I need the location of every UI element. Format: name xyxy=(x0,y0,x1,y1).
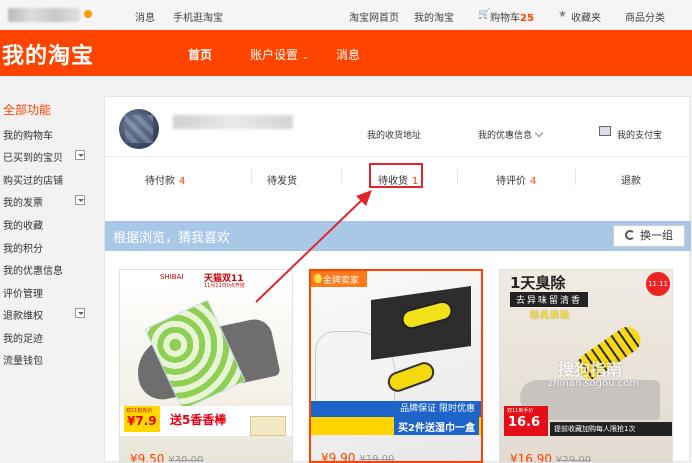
product-headline: 1天臭除 xyxy=(510,274,566,292)
double11-badge: 11.11 xyxy=(646,272,670,296)
bulb-icon xyxy=(314,274,322,283)
my-taobao-logo[interactable]: 我的淘宝 xyxy=(2,38,94,70)
mobile-link[interactable]: 手机逛淘宝 xyxy=(173,9,223,24)
product-card[interactable]: SHIBAI 天猫双11 11月11日0点开抢 双11抢先价 ¥7.9 送5香香… xyxy=(119,269,293,463)
order-count: 4 xyxy=(179,176,186,187)
product-promo-text: 提前收藏加购每人限抢1次 xyxy=(550,422,672,436)
cart-label: 购物车 xyxy=(490,13,520,24)
divider xyxy=(457,169,458,185)
expand-invoices-icon[interactable] xyxy=(75,195,85,205)
product-promo-band: 买2件送湿巾一盒 xyxy=(311,417,481,435)
guarantee-text: 品牌保证 限时优惠 xyxy=(400,404,475,414)
recommend-title: 根据浏览，猜我喜欢 xyxy=(113,231,231,246)
price-current: ¥9.90 xyxy=(321,451,356,463)
user-level-icon xyxy=(84,10,92,18)
annotation-highlight-box xyxy=(369,163,423,188)
site-top-bar: 消息 手机逛淘宝 淘宝网首页 我的淘宝 🛒 购物车25 ★ 收藏夹 商品分类 xyxy=(0,0,692,30)
sidebar-item-cart[interactable]: 我的购物车 xyxy=(3,127,53,142)
avatar[interactable] xyxy=(119,109,159,149)
product-price: ¥9.50 ¥30.00 xyxy=(130,452,203,463)
price-current: ¥16.90 xyxy=(510,452,552,463)
header: 我的淘宝 首页 账户设置 ⌄ 消息 xyxy=(0,30,692,76)
sidebar-item-reviews[interactable]: 评价管理 xyxy=(3,285,43,300)
refresh-recommend-button[interactable]: 换一组 xyxy=(613,225,685,247)
divider xyxy=(575,169,576,185)
product-date: 11月11日0点开抢 xyxy=(204,283,245,289)
product-guarantee-band: 品牌保证 限时优惠 xyxy=(311,401,481,417)
price-tag-label: 双11到手价 xyxy=(507,408,534,414)
sidebar-item-shops[interactable]: 购买过的店铺 xyxy=(3,172,63,187)
taobao-home-link[interactable]: 淘宝网首页 xyxy=(349,9,399,24)
divider xyxy=(105,156,691,157)
categories-link[interactable]: 商品分类 xyxy=(625,9,665,24)
chevron-down-icon xyxy=(534,128,544,138)
order-label: 待评价 xyxy=(496,176,526,187)
sidebar-item-refunds[interactable]: 退款维权 xyxy=(3,307,43,322)
cart-count: 25 xyxy=(520,13,534,24)
favorites-link[interactable]: 收藏夹 xyxy=(571,9,601,24)
order-refund[interactable]: 退款 xyxy=(621,172,641,187)
order-label: 待付款 xyxy=(145,176,175,187)
price-tag-value: ¥7.9 xyxy=(127,414,157,428)
order-pending-shipment[interactable]: 待发货 xyxy=(267,172,297,187)
product-image-gift xyxy=(250,416,286,436)
sidebar-item-invoices[interactable]: 我的发票 xyxy=(3,194,43,209)
product-price: ¥16.90 ¥29.00 xyxy=(510,452,591,463)
order-count: 4 xyxy=(530,176,537,187)
watermark: 搜狗指南 xyxy=(558,360,623,379)
sidebar-item-data-wallet[interactable]: 流量钱包 xyxy=(3,352,43,367)
main-panel: 我的收货地址 我的优惠信息 我的支付宝 待付款 4 待发货 待收货 1 待评价 4 退… xyxy=(104,96,691,463)
nav-account-settings-label: 账户设置 xyxy=(250,48,299,62)
my-taobao-link[interactable]: 我的淘宝 xyxy=(414,9,454,24)
refresh-label: 换一组 xyxy=(640,229,673,242)
expand-purchased-icon[interactable] xyxy=(75,150,85,160)
price-tag-value: 16.6 xyxy=(508,415,541,430)
sidebar-title: 全部功能 xyxy=(3,103,52,117)
nav-home[interactable]: 首页 xyxy=(188,46,212,63)
username-redacted xyxy=(173,115,293,129)
price-tag: 双11抢先价 ¥7.9 xyxy=(124,406,160,432)
nav-messages[interactable]: 消息 xyxy=(336,46,360,63)
sidebar-item-points[interactable]: 我的积分 xyxy=(3,240,43,255)
sidebar-item-footprints[interactable]: 我的足迹 xyxy=(3,330,43,345)
product-brand: SHIBAI xyxy=(160,273,184,281)
product-tagline: 除臭烘鞋 xyxy=(530,311,571,321)
price-current: ¥9.50 xyxy=(130,452,165,463)
sidebar-item-purchased[interactable]: 已买到的宝贝 xyxy=(3,149,63,164)
address-link[interactable]: 我的收货地址 xyxy=(367,128,421,141)
sidebar-item-coupons[interactable]: 我的优惠信息 xyxy=(3,262,63,277)
price-tag-label: 双11抢先价 xyxy=(126,408,153,414)
nav-account-settings[interactable]: 账户设置 ⌄ xyxy=(250,46,309,63)
product-price: ¥9.90 ¥19.00 xyxy=(321,451,394,463)
watermark-url: zhinan.sogou.com xyxy=(548,378,640,389)
order-pending-review[interactable]: 待评价 4 xyxy=(496,172,536,187)
coupons-label: 我的优惠信息 xyxy=(478,131,533,141)
divider xyxy=(341,169,342,185)
username-redacted[interactable] xyxy=(8,8,80,22)
order-pending-payment[interactable]: 待付款 4 xyxy=(145,172,185,187)
star-icon: ★ xyxy=(558,9,567,20)
divider xyxy=(251,169,252,185)
product-subheadline: 去异味留清香 xyxy=(510,292,589,307)
messages-link[interactable]: 消息 xyxy=(135,9,155,24)
product-card[interactable]: 金牌卖家 品牌保证 限时优惠 买2件送湿巾一盒 ¥9.90 ¥19.00 xyxy=(309,269,483,463)
expand-refunds-icon[interactable] xyxy=(75,308,85,318)
cart-link[interactable]: 购物车25 xyxy=(490,9,534,24)
sidebar-item-favorites[interactable]: 我的收藏 xyxy=(3,217,43,232)
coupons-link[interactable]: 我的优惠信息 xyxy=(478,128,544,141)
alipay-icon xyxy=(599,126,611,136)
recommend-bar: 根据浏览，猜我喜欢 换一组 xyxy=(105,221,691,251)
refresh-icon xyxy=(625,230,635,240)
alipay-link[interactable]: 我的支付宝 xyxy=(617,128,662,141)
product-gift-text: 送5香香棒 xyxy=(170,413,227,427)
promo-text: 买2件送湿巾一盒 xyxy=(394,417,479,435)
price-tag: 双11到手价 16.6 xyxy=(504,406,548,436)
gold-seller-label: 金牌卖家 xyxy=(323,276,360,286)
chevron-down-icon: ⌄ xyxy=(302,52,309,61)
cart-icon: 🛒 xyxy=(478,9,491,20)
gold-seller-badge: 金牌卖家 xyxy=(311,271,367,287)
